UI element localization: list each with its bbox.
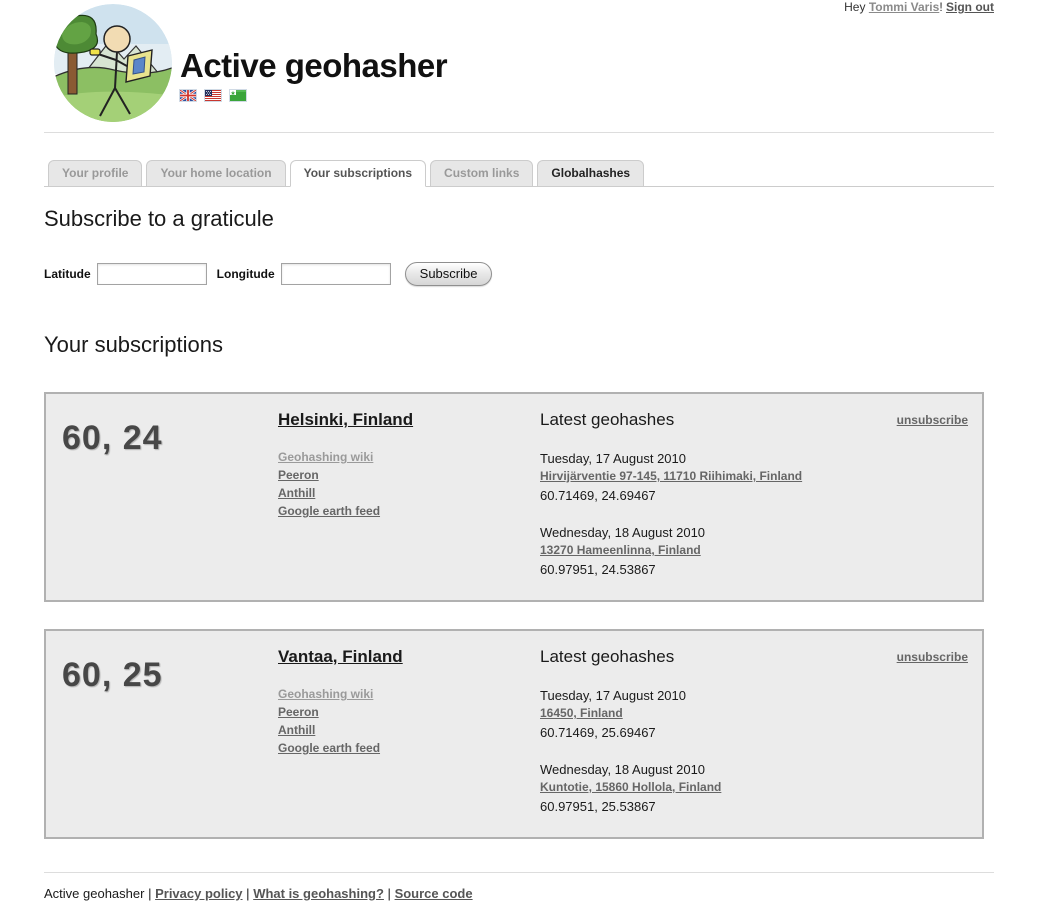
subscriptions-heading: Your subscriptions — [44, 332, 994, 358]
geohash-location-link[interactable]: Kuntotie, 15860 Hollola, Finland — [540, 781, 721, 794]
latest-geohashes: Latest geohashes Tuesday, 17 August 2010… — [540, 410, 802, 587]
tab-globalhashes[interactable]: Globalhashes — [537, 160, 644, 187]
geohash-date: Wednesday, 18 August 2010 — [540, 761, 721, 778]
geohash-location-link[interactable]: 16450, Finland — [540, 707, 623, 720]
language-flag-uk-icon[interactable] — [180, 90, 196, 101]
site-logo — [54, 4, 172, 122]
what-is-geohashing-link[interactable]: What is geohashing? — [253, 886, 384, 901]
page: Hey Tommi Varis! Sign out — [44, 0, 994, 913]
site-title: Active geohasher — [180, 48, 447, 84]
geohash-location-link[interactable]: 13270 Hameenlinna, Finland — [540, 544, 701, 557]
peeron-link[interactable]: Peeron — [278, 706, 319, 719]
latitude-label: Latitude — [44, 267, 91, 281]
geohashing-wiki-link[interactable]: Geohashing wiki — [278, 688, 373, 701]
latest-geohashes-heading: Latest geohashes — [540, 410, 802, 430]
geohash-location-link[interactable]: Hirvijärventie 97-145, 11710 Riihimaki, … — [540, 470, 802, 483]
language-flags — [180, 90, 447, 101]
footer-site-name: Active geohasher — [44, 886, 144, 901]
geohash-date: Tuesday, 17 August 2010 — [540, 450, 802, 467]
graticule-links: Geohashing wiki Peeron Anthill Google ea… — [278, 451, 540, 518]
geohash-entry: Wednesday, 18 August 2010 13270 Hameenli… — [540, 524, 802, 578]
unsubscribe-link[interactable]: unsubscribe — [887, 410, 968, 427]
footer: Active geohasher | Privacy policy | What… — [44, 872, 994, 913]
anthill-link[interactable]: Anthill — [278, 724, 315, 737]
geohash-entry: Tuesday, 17 August 2010 16450, Finland 6… — [540, 687, 721, 741]
source-code-link[interactable]: Source code — [395, 886, 473, 901]
language-flag-us-icon[interactable] — [205, 90, 221, 101]
subscribe-heading: Subscribe to a graticule — [44, 206, 994, 232]
subscription-card: 60, 24 Helsinki, Finland Geohashing wiki… — [44, 392, 984, 602]
geohash-coordinates: 60.97951, 24.53867 — [540, 562, 802, 578]
geohash-date: Tuesday, 17 August 2010 — [540, 687, 721, 704]
tab-your-home-location[interactable]: Your home location — [146, 160, 285, 187]
subscribe-button[interactable]: Subscribe — [405, 262, 493, 286]
graticule-coordinates: 60, 25 — [60, 644, 278, 824]
peeron-link[interactable]: Peeron — [278, 469, 319, 482]
tab-custom-links[interactable]: Custom links — [430, 160, 533, 187]
latest-geohashes-heading: Latest geohashes — [540, 647, 721, 667]
geohash-date: Wednesday, 18 August 2010 — [540, 524, 802, 541]
subscribe-form: Latitude Longitude Subscribe — [44, 260, 994, 288]
longitude-input[interactable] — [281, 263, 391, 285]
latest-geohashes: Latest geohashes Tuesday, 17 August 2010… — [540, 647, 721, 824]
footer-separator: | — [148, 886, 151, 901]
latitude-input[interactable] — [97, 263, 207, 285]
header: Active geohasher — [44, 0, 994, 133]
footer-separator: | — [388, 886, 391, 901]
google-earth-feed-link[interactable]: Google earth feed — [278, 505, 380, 518]
tab-your-profile[interactable]: Your profile — [48, 160, 142, 187]
graticule-coordinates: 60, 24 — [60, 407, 278, 587]
geohash-coordinates: 60.71469, 24.69467 — [540, 488, 802, 504]
geohash-entry: Wednesday, 18 August 2010 Kuntotie, 1586… — [540, 761, 721, 815]
graticule-name-link[interactable]: Vantaa, Finland — [278, 647, 403, 667]
google-earth-feed-link[interactable]: Google earth feed — [278, 742, 380, 755]
graticule-links: Geohashing wiki Peeron Anthill Google ea… — [278, 688, 540, 755]
subscription-card: 60, 25 Vantaa, Finland Geohashing wiki P… — [44, 629, 984, 839]
tab-your-subscriptions[interactable]: Your subscriptions — [290, 160, 426, 187]
tab-bar: Your profile Your home location Your sub… — [44, 160, 994, 187]
anthill-link[interactable]: Anthill — [278, 487, 315, 500]
unsubscribe-link[interactable]: unsubscribe — [887, 647, 968, 664]
longitude-label: Longitude — [217, 267, 275, 281]
language-flag-esperanto-icon[interactable] — [230, 90, 246, 101]
geohash-entry: Tuesday, 17 August 2010 Hirvijärventie 9… — [540, 450, 802, 504]
privacy-policy-link[interactable]: Privacy policy — [155, 886, 242, 901]
geohashing-wiki-link[interactable]: Geohashing wiki — [278, 451, 373, 464]
footer-separator: | — [246, 886, 249, 901]
geohash-coordinates: 60.97951, 25.53867 — [540, 799, 721, 815]
graticule-name-link[interactable]: Helsinki, Finland — [278, 410, 413, 430]
geohash-coordinates: 60.71469, 25.69467 — [540, 725, 721, 741]
